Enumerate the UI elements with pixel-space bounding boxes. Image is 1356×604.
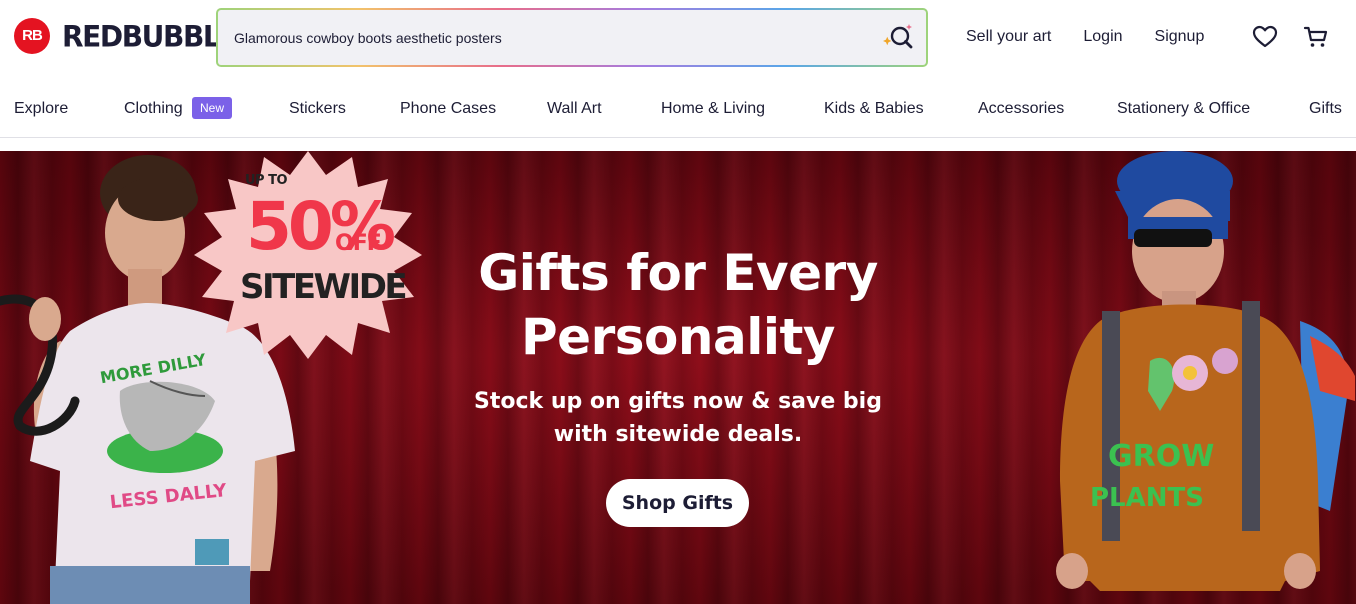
nav-item-clothing[interactable]: Clothing xyxy=(124,100,183,118)
sell-your-art-link[interactable]: Sell your art xyxy=(966,28,1051,46)
sweater-print-bottom: PLANTS xyxy=(1090,483,1204,513)
shop-gifts-button[interactable]: Shop Gifts xyxy=(606,479,749,527)
hero-banner[interactable]: MORE DILLY LESS DALLY UP TO 50% OFF SITE… xyxy=(0,151,1356,604)
redbubble-logo[interactable]: RB REDBUBBLE xyxy=(14,18,238,54)
login-link[interactable]: Login xyxy=(1083,28,1122,46)
sweater-print-top: GROW xyxy=(1108,439,1214,474)
nav-item-wall-art[interactable]: Wall Art xyxy=(547,100,602,118)
promo-sitewide: SITEWIDE xyxy=(240,267,408,307)
hero-title: Gifts for Every Personality xyxy=(478,244,878,366)
right-model-image: GROW PLANTS xyxy=(1056,151,1355,591)
hero-subtitle: Stock up on gifts now & save big with si… xyxy=(474,389,882,447)
search-bar xyxy=(216,8,928,67)
search-sparkle-icon[interactable] xyxy=(882,22,914,54)
promo-up-to: UP TO xyxy=(244,173,288,188)
category-nav: Explore Clothing New Stickers Phone Case… xyxy=(0,88,1356,138)
nav-item-phone-cases[interactable]: Phone Cases xyxy=(400,100,496,118)
logo-wordmark: REDBUBBLE xyxy=(62,18,238,54)
nav-item-gifts[interactable]: Gifts xyxy=(1309,100,1342,118)
nav-item-stickers[interactable]: Stickers xyxy=(289,100,346,118)
nav-item-home-living[interactable]: Home & Living xyxy=(661,100,765,118)
nav-item-stationery-office[interactable]: Stationery & Office xyxy=(1117,100,1250,118)
promo-off: OFF xyxy=(335,231,382,256)
new-badge: New xyxy=(192,97,233,119)
nav-item-explore[interactable]: Explore xyxy=(14,100,68,118)
nav-item-accessories[interactable]: Accessories xyxy=(978,100,1064,118)
site-header: RB REDBUBBLE Sell your art Login Signup xyxy=(0,0,1356,76)
heart-icon[interactable] xyxy=(1252,24,1278,50)
signup-link[interactable]: Signup xyxy=(1155,28,1205,46)
nav-item-kids-babies[interactable]: Kids & Babies xyxy=(824,100,924,118)
cart-icon[interactable] xyxy=(1303,24,1329,50)
logo-mark: RB xyxy=(14,18,50,54)
search-input[interactable] xyxy=(234,10,864,65)
